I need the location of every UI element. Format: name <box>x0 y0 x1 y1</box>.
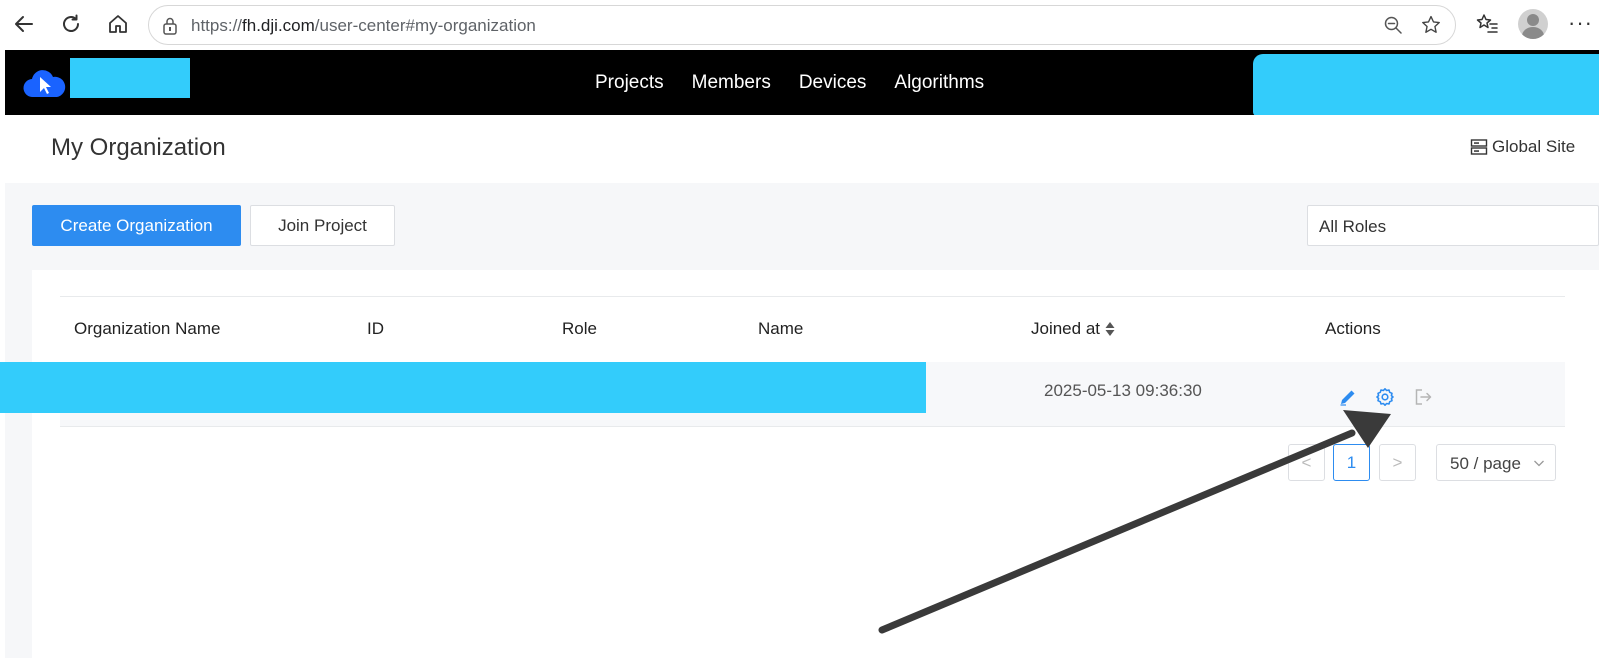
global-site-label: Global Site <box>1492 137 1576 156</box>
global-site-selector[interactable]: Global Site <box>1470 137 1575 157</box>
table-header: Organization Name ID Role Name Joined at… <box>60 296 1565 362</box>
leave-exit-icon[interactable] <box>1412 386 1434 408</box>
next-page-button[interactable]: > <box>1379 444 1416 481</box>
lock-icon[interactable] <box>162 17 178 40</box>
page-1-button[interactable]: 1 <box>1333 444 1370 481</box>
page-size-value: 50 / page <box>1450 454 1521 473</box>
column-role: Role <box>562 319 597 338</box>
join-project-button[interactable]: Join Project <box>250 205 395 246</box>
settings-gear-icon[interactable] <box>1374 386 1396 408</box>
column-actions: Actions <box>1325 319 1381 338</box>
nav-members[interactable]: Members <box>692 72 771 94</box>
favorites-list-icon[interactable] <box>1472 9 1502 39</box>
column-joined-at[interactable]: Joined at <box>1031 319 1115 339</box>
favorite-star-icon[interactable] <box>1420 14 1442 41</box>
column-joined-at-label: Joined at <box>1031 319 1100 338</box>
redacted-org-name <box>70 58 190 98</box>
page-size-select[interactable]: 50 / page <box>1436 444 1556 481</box>
prev-page-button[interactable]: < <box>1288 444 1325 481</box>
url-text[interactable]: https://fh.dji.com/user-center#my-organi… <box>191 16 536 36</box>
nav-projects[interactable]: Projects <box>595 72 664 94</box>
zoom-out-icon[interactable] <box>1383 15 1403 40</box>
app-window: Projects Members Devices Algorithms My O… <box>0 50 1599 658</box>
column-id: ID <box>367 319 384 338</box>
role-filter-select[interactable]: All Roles <box>1307 205 1599 246</box>
create-organization-button[interactable]: Create Organization <box>32 205 241 246</box>
column-organization-name: Organization Name <box>74 319 221 338</box>
sort-icon[interactable] <box>1105 321 1115 337</box>
redacted-user-area <box>1253 54 1599 116</box>
profile-avatar[interactable] <box>1518 9 1548 39</box>
cloud-logo-icon[interactable] <box>23 66 67 100</box>
page-title: My Organization <box>51 134 226 161</box>
table-row: 2025-05-13 09:36:30 <box>0 362 1565 427</box>
organization-table-card: Organization Name ID Role Name Joined at… <box>0 270 1599 658</box>
app-header: Projects Members Devices Algorithms <box>5 50 1599 116</box>
nav-algorithms[interactable]: Algorithms <box>894 72 984 94</box>
nav-devices[interactable]: Devices <box>799 72 867 94</box>
chevron-down-icon <box>1533 456 1545 474</box>
column-name: Name <box>758 319 804 338</box>
browser-toolbar: https://fh.dji.com/user-center#my-organi… <box>0 0 1599 50</box>
edit-pencil-icon[interactable] <box>1337 386 1359 408</box>
page-header: My Organization Global Site <box>5 115 1599 183</box>
refresh-icon[interactable] <box>56 9 86 39</box>
address-bar[interactable]: https://fh.dji.com/user-center#my-organi… <box>148 5 1456 45</box>
home-icon[interactable] <box>103 9 133 39</box>
server-icon <box>1470 139 1488 155</box>
main-nav: Projects Members Devices Algorithms <box>595 50 1012 115</box>
redacted-row-data <box>0 362 926 413</box>
back-arrow-icon[interactable] <box>9 9 39 39</box>
role-filter-value: All Roles <box>1319 217 1387 236</box>
joined-at-value: 2025-05-13 09:36:30 <box>1044 381 1202 400</box>
more-menu-icon[interactable]: ··· <box>1568 10 1593 36</box>
